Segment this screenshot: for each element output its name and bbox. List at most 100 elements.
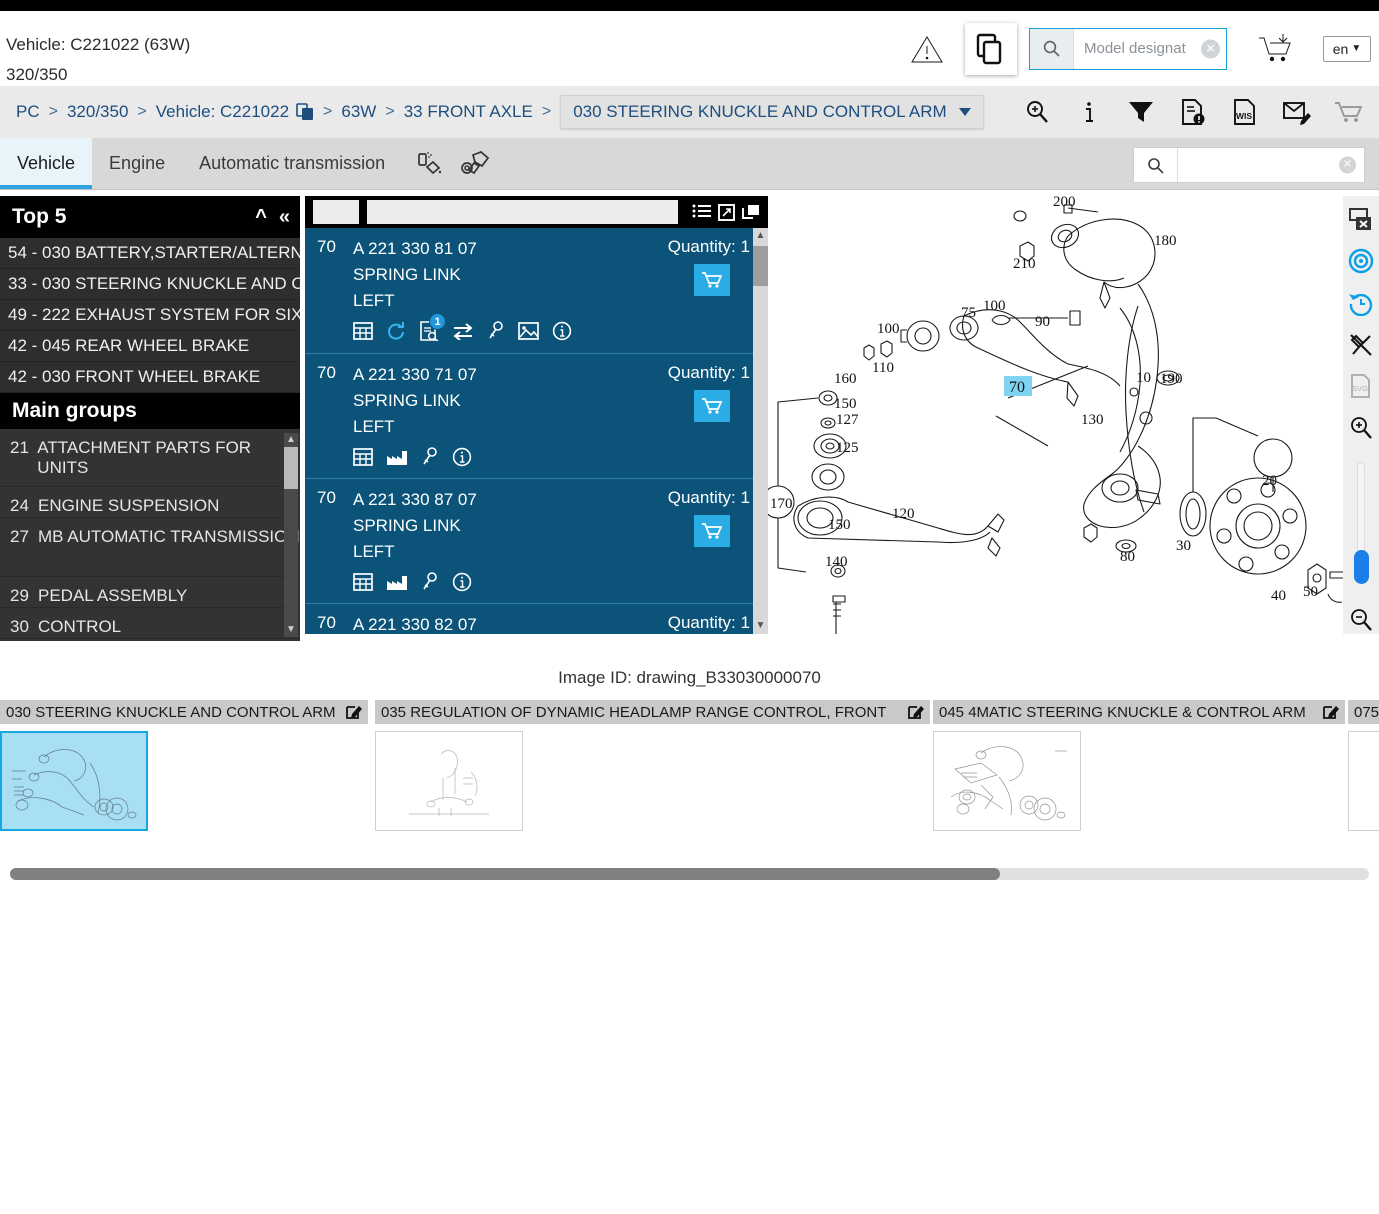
zoom-search-icon[interactable] xyxy=(1021,95,1053,129)
tab-vehicle[interactable]: Vehicle xyxy=(0,138,93,189)
table-row[interactable]: 70 A 221 330 87 07 SPRING LINK LEFT Quan… xyxy=(305,479,768,604)
key-search-icon[interactable] xyxy=(421,447,439,467)
parts-filter-cell-a[interactable] xyxy=(313,200,359,224)
thumbnail-item-030[interactable]: 030 STEERING KNUCKLE AND CONTROL ARM xyxy=(0,700,368,831)
add-part-to-cart-button[interactable] xyxy=(694,390,730,422)
thumbnail-item-045[interactable]: 045 4MATIC STEERING KNUCKLE & CONTROL AR… xyxy=(933,700,1345,831)
table-row[interactable]: 70 A 221 330 81 07 SPRING LINK LEFT 1 Qu… xyxy=(305,228,768,354)
edit-pencil-icon[interactable] xyxy=(1323,704,1339,720)
zoom-slider-handle[interactable] xyxy=(1354,550,1369,585)
shopping-cart-icon[interactable] xyxy=(1333,95,1365,129)
zoom-out-icon[interactable] xyxy=(1347,606,1375,634)
key-search-icon[interactable] xyxy=(487,321,505,341)
thumbnail-image[interactable] xyxy=(0,731,148,831)
unpin-icon[interactable] xyxy=(1347,331,1375,359)
key-search-icon[interactable] xyxy=(421,572,439,592)
sidebar-item-top5-5[interactable]: 42 - 030 FRONT WHEEL BRAKE xyxy=(0,362,300,393)
warning-triangle-icon[interactable] xyxy=(907,29,947,69)
breadcrumb-item-model[interactable]: 320/350 xyxy=(67,102,128,122)
chevron-up-icon[interactable]: ^ xyxy=(255,207,267,227)
sidebar-item-group-24[interactable]: 24 ENGINE SUSPENSION xyxy=(0,487,300,518)
tab-engine[interactable]: Engine xyxy=(92,138,182,189)
history-undo-icon[interactable] xyxy=(1347,289,1375,317)
add-part-to-cart-button[interactable] xyxy=(694,515,730,547)
bolt-nut-icon[interactable] xyxy=(460,150,490,178)
edit-pencil-icon[interactable] xyxy=(346,704,362,720)
sidebar-item-top5-2[interactable]: 33 - 030 STEERING KNUCKLE AND CO... xyxy=(0,269,300,300)
table-icon[interactable] xyxy=(353,573,373,591)
thumbnail-image[interactable] xyxy=(375,731,523,831)
duplicate-icon[interactable] xyxy=(742,204,760,221)
sidebar-item-top5-3[interactable]: 49 - 222 EXHAUST SYSTEM FOR SIX-C... xyxy=(0,300,300,331)
thumbnail-item-035[interactable]: 035 REGULATION OF DYNAMIC HEADLAMP RANGE… xyxy=(375,700,930,831)
expand-icon[interactable] xyxy=(718,203,735,221)
breadcrumb-active-dropdown[interactable]: 030 STEERING KNUCKLE AND CONTROL ARM xyxy=(560,95,984,129)
info-icon[interactable] xyxy=(1073,95,1105,129)
breadcrumb-item-vehicle[interactable]: Vehicle: C221022 xyxy=(156,102,289,122)
target-icon[interactable] xyxy=(1347,248,1375,276)
factory-icon[interactable] xyxy=(386,573,408,591)
subgroup-thumbnail-strip[interactable]: 030 STEERING KNUCKLE AND CONTROL ARM 035… xyxy=(0,700,1379,840)
clear-icon[interactable]: ✕ xyxy=(1201,39,1220,58)
model-search-box[interactable]: Model designat ✕ xyxy=(1029,27,1227,70)
document-alert-icon[interactable] xyxy=(1177,95,1209,129)
add-part-to-cart-button[interactable] xyxy=(694,264,730,296)
table-icon[interactable] xyxy=(353,322,373,340)
wis-document-icon[interactable]: WIS xyxy=(1229,95,1261,129)
mail-edit-icon[interactable] xyxy=(1281,95,1313,129)
exchange-arrows-icon[interactable] xyxy=(452,322,474,340)
table-icon[interactable] xyxy=(353,448,373,466)
scroll-down-icon[interactable]: ▼ xyxy=(753,618,768,634)
copy-documents-icon[interactable] xyxy=(965,22,1017,75)
add-to-cart-icon[interactable] xyxy=(1255,28,1297,70)
breadcrumb-item-63w[interactable]: 63W xyxy=(341,102,376,122)
global-search-input[interactable]: ✕ xyxy=(1178,148,1364,182)
table-row[interactable]: 70 A 221 330 82 07 Quantity: 1 xyxy=(305,604,768,634)
sidebar-item-group-21[interactable]: 21 ATTACHMENT PARTS FOR UNITS xyxy=(0,429,300,487)
clear-icon[interactable]: ✕ xyxy=(1339,156,1356,174)
edit-pencil-icon[interactable] xyxy=(908,704,924,720)
scrollbar-thumb[interactable] xyxy=(284,447,298,489)
language-selector[interactable]: en ▼ xyxy=(1323,35,1371,62)
scroll-up-icon[interactable]: ▲ xyxy=(284,433,298,447)
parts-list-scrollbar[interactable]: ▲ ▼ xyxy=(753,228,768,634)
sidebar-item-group-27[interactable]: 27 MB AUTOMATIC TRANSMISSION xyxy=(0,518,300,577)
info-circle-icon[interactable] xyxy=(552,321,572,341)
breadcrumb-item-front-axle[interactable]: 33 FRONT AXLE xyxy=(404,102,533,122)
spray-paint-icon[interactable] xyxy=(416,150,444,178)
document-search-icon[interactable]: 1 xyxy=(419,313,446,341)
sidebar-item-top5-4[interactable]: 42 - 045 REAR WHEEL BRAKE xyxy=(0,331,300,362)
thumbnail-image[interactable] xyxy=(933,731,1081,831)
list-view-icon[interactable] xyxy=(692,204,711,221)
filter-funnel-icon[interactable] xyxy=(1125,95,1157,129)
parts-filter-cell-b[interactable] xyxy=(367,200,678,224)
copy-vehicle-icon[interactable] xyxy=(296,103,314,121)
zoom-in-icon[interactable] xyxy=(1347,414,1375,442)
thumbnail-strip-scrollbar[interactable] xyxy=(10,868,1369,880)
breadcrumb-item-pc[interactable]: PC xyxy=(16,102,40,122)
thumbnail-image[interactable] xyxy=(1348,731,1379,831)
refresh-icon[interactable] xyxy=(386,321,406,341)
scroll-down-icon[interactable]: ▼ xyxy=(284,623,298,637)
svg-export-icon[interactable]: SVG xyxy=(1347,373,1375,401)
chevron-double-left-icon[interactable]: « xyxy=(279,207,290,227)
global-search-box[interactable]: ✕ xyxy=(1133,147,1365,183)
scrollbar-thumb[interactable] xyxy=(753,246,768,286)
sidebar-scrollbar[interactable]: ▲ ▼ xyxy=(284,433,298,637)
factory-icon[interactable] xyxy=(386,448,408,466)
zoom-slider[interactable] xyxy=(1354,461,1369,585)
table-row[interactable]: 70 A 221 330 71 07 SPRING LINK LEFT Quan… xyxy=(305,354,768,479)
info-circle-icon[interactable] xyxy=(452,572,472,592)
image-icon[interactable] xyxy=(518,322,539,340)
thumbnail-item-075[interactable]: 075 xyxy=(1348,700,1379,831)
parts-diagram[interactable]: 200 180 210 100 75 75 90 100 110 190 10 … xyxy=(768,196,1343,634)
info-circle-icon[interactable] xyxy=(452,447,472,467)
parts-list[interactable]: 70 A 221 330 81 07 SPRING LINK LEFT 1 Qu… xyxy=(305,228,768,634)
scrollbar-thumb[interactable] xyxy=(10,868,1000,880)
sidebar-item-top5-1[interactable]: 54 - 030 BATTERY,STARTER/ALTERNAT... xyxy=(0,238,300,269)
scroll-up-icon[interactable]: ▲ xyxy=(753,228,768,244)
tab-automatic-transmission[interactable]: Automatic transmission xyxy=(182,138,402,189)
sidebar-item-group-29[interactable]: 29 PEDAL ASSEMBLY xyxy=(0,577,300,608)
model-search-field[interactable]: Model designat ✕ xyxy=(1074,29,1226,69)
close-window-icon[interactable] xyxy=(1347,206,1375,234)
